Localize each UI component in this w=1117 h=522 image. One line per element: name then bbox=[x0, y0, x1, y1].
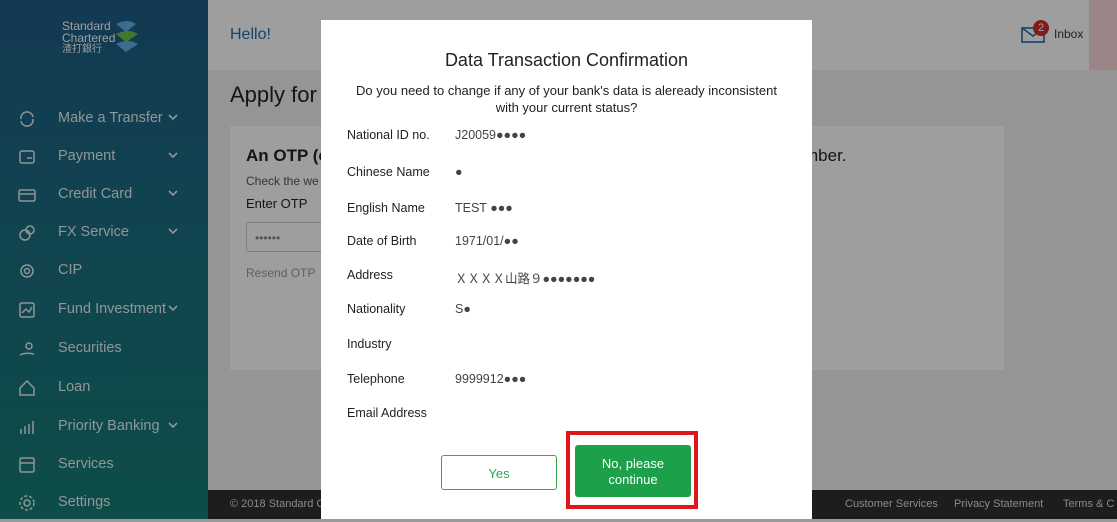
sidebar-item-label: Payment bbox=[58, 148, 116, 164]
brand-logo[interactable]: Standard Chartered 渣打銀行 bbox=[60, 10, 180, 70]
page-title: Apply for bbox=[230, 82, 317, 107]
cip-icon bbox=[20, 264, 34, 278]
data-row-value: J20059●●●● bbox=[455, 128, 527, 142]
chevron-down-icon[interactable] bbox=[166, 186, 180, 200]
chevron-down-icon[interactable] bbox=[166, 110, 180, 124]
data-row-email-address: Email Address bbox=[347, 406, 787, 426]
chevron-down-icon[interactable] bbox=[166, 148, 180, 162]
data-row-label: Email Address bbox=[347, 406, 427, 420]
modal-title: Data Transaction Confirmation bbox=[444, 50, 689, 70]
data-row-value: S● bbox=[455, 302, 471, 316]
logout-button[interactable] bbox=[1089, 0, 1117, 70]
customer-services-link[interactable]: Customer Services bbox=[845, 498, 938, 510]
sidebar-item-fx-service[interactable]: FX Service bbox=[0, 214, 208, 252]
data-row-value: TEST ●●● bbox=[455, 201, 513, 215]
data-row-national-id-no-: National ID no. J20059●●●● bbox=[347, 128, 787, 148]
data-row-value: 1971/01/●● bbox=[455, 234, 519, 248]
settings-icon bbox=[19, 495, 35, 511]
data-row-address: Address ＸＸＸＸ山路９●●●●●●● bbox=[347, 268, 787, 288]
data-row-industry: Industry bbox=[347, 337, 787, 357]
confirmation-modal: Data Transaction Confirmation Do you nee… bbox=[321, 20, 812, 519]
sidebar-item-securities[interactable]: Securities bbox=[0, 330, 208, 368]
greeting: Hello! bbox=[230, 26, 271, 43]
sidebar-item-label: Services bbox=[58, 456, 114, 472]
highlight-box bbox=[566, 431, 698, 509]
sidebar-item-services[interactable]: Services bbox=[0, 446, 208, 484]
data-row-nationality: Nationality S● bbox=[347, 302, 787, 322]
payment-icon bbox=[19, 150, 35, 164]
inbox-label: Inbox bbox=[1054, 27, 1084, 41]
app: Standard Chartered 渣打銀行 Make a Transfer P… bbox=[0, 0, 1117, 519]
sidebar-item-label: CIP bbox=[58, 262, 83, 278]
sidebar-item-settings[interactable]: Settings bbox=[0, 484, 208, 522]
loan-icon bbox=[19, 379, 35, 396]
credit-card-icon bbox=[18, 189, 36, 202]
sidebar-item-label: Loan bbox=[58, 379, 91, 395]
priority-banking-icon bbox=[20, 421, 34, 434]
data-row-label: Address bbox=[347, 268, 393, 282]
data-row-label: Chinese Name bbox=[347, 165, 430, 179]
data-row-label: Nationality bbox=[347, 302, 406, 316]
brand-mark-icon bbox=[116, 21, 138, 52]
sidebar: Standard Chartered 渣打銀行 Make a Transfer P… bbox=[0, 0, 208, 519]
yes-button[interactable]: Yes bbox=[441, 455, 557, 490]
data-row-value: ＸＸＸＸ山路９●●●●●●● bbox=[455, 272, 596, 286]
data-row-value: 9999912●●● bbox=[455, 372, 527, 386]
services-icon bbox=[19, 457, 35, 473]
data-row-chinese-name: Chinese Name ● bbox=[347, 165, 787, 185]
brand-line-3: 渣打銀行 bbox=[62, 44, 102, 55]
privacy-statement-link[interactable]: Privacy Statement bbox=[954, 498, 1043, 510]
sidebar-item-fund-investment[interactable]: Fund Investment bbox=[0, 291, 208, 329]
sidebar-item-credit-card[interactable]: Credit Card bbox=[0, 176, 208, 214]
sidebar-item-loan[interactable]: Loan bbox=[0, 369, 208, 407]
otp-field-label: Enter OTP bbox=[246, 196, 308, 211]
sidebar-item-payment[interactable]: Payment bbox=[0, 138, 208, 176]
resend-otp-link[interactable]: Resend OTP bbox=[246, 266, 315, 280]
sidebar-item-make-a-transfer[interactable]: Make a Transfer bbox=[0, 100, 208, 138]
sidebar-item-label: Settings bbox=[58, 494, 111, 510]
fx-icon bbox=[19, 225, 35, 241]
data-row-date-of-birth: Date of Birth 1971/01/●● bbox=[347, 234, 787, 254]
data-row-label: English Name bbox=[347, 201, 425, 215]
sidebar-item-label: Credit Card bbox=[58, 186, 133, 202]
brand-line-2: Chartered bbox=[62, 31, 116, 45]
data-row-value: ● bbox=[455, 165, 463, 179]
data-row-label: Industry bbox=[347, 337, 392, 351]
sidebar-item-label: FX Service bbox=[58, 224, 129, 240]
chevron-down-icon[interactable] bbox=[166, 301, 180, 315]
otp-instructions: Check the we bbox=[246, 174, 319, 188]
fund-icon bbox=[19, 302, 35, 318]
data-row-label: National ID no. bbox=[347, 128, 430, 142]
transfer-icon bbox=[20, 111, 34, 127]
sidebar-item-label: Fund Investment bbox=[58, 301, 166, 317]
otp-input[interactable]: •••••• bbox=[246, 222, 330, 252]
chevron-down-icon[interactable] bbox=[166, 224, 180, 238]
securities-icon bbox=[19, 342, 35, 356]
data-row-telephone: Telephone 9999912●●● bbox=[347, 372, 787, 392]
sidebar-item-cip[interactable]: CIP bbox=[0, 252, 208, 290]
data-row-label: Telephone bbox=[347, 372, 405, 386]
sidebar-item-label: Make a Transfer bbox=[58, 110, 163, 126]
inbox-count-badge: 2 bbox=[1033, 20, 1049, 36]
sidebar-item-label: Securities bbox=[58, 340, 122, 356]
sidebar-item-label: Priority Banking bbox=[58, 418, 160, 434]
copyright: © 2018 Standard C bbox=[230, 498, 325, 510]
otp-heading: An OTP (c bbox=[246, 146, 328, 165]
terms-link[interactable]: Terms & C bbox=[1063, 498, 1114, 510]
modal-subtitle: Do you need to change if any of your ban… bbox=[356, 83, 777, 115]
sidebar-item-priority-banking[interactable]: Priority Banking bbox=[0, 408, 208, 446]
data-row-english-name: English Name TEST ●●● bbox=[347, 201, 787, 221]
chevron-down-icon[interactable] bbox=[166, 418, 180, 432]
data-row-label: Date of Birth bbox=[347, 234, 417, 248]
